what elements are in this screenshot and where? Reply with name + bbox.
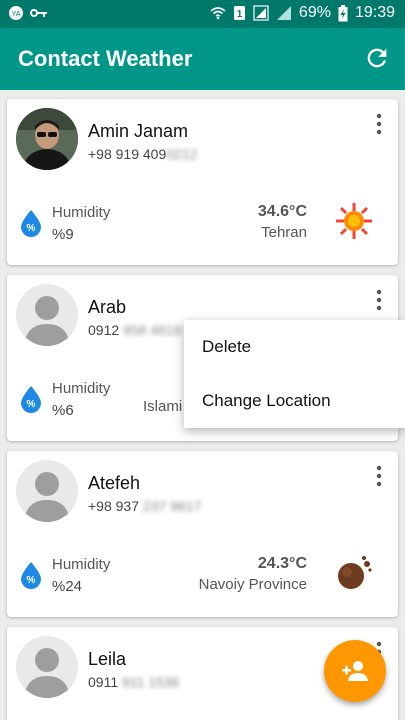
app-notification-icon: YA <box>9 6 23 20</box>
phone-visible: 0911 <box>88 674 119 690</box>
phone-blurred: 237 9617 <box>142 498 202 514</box>
battery-percent: 69% <box>298 4 331 21</box>
temperature: 34.6°C <box>257 203 307 220</box>
person-placeholder-icon <box>16 460 78 522</box>
contact-phone: 0911 911 1536 <box>88 674 179 690</box>
avatar <box>16 636 78 698</box>
humidity-icon: % <box>21 562 41 589</box>
person-placeholder-icon <box>16 636 78 698</box>
clock: 19:39 <box>354 4 395 21</box>
svg-text:1: 1 <box>237 9 243 20</box>
more-options-icon[interactable] <box>374 113 384 135</box>
dust-icon <box>338 556 372 589</box>
contact-phone: +98 937 237 9617 <box>88 498 201 514</box>
humidity-value: %24 <box>52 578 83 595</box>
humidity-value: %6 <box>52 402 74 419</box>
add-person-icon <box>342 661 368 681</box>
add-contact-button[interactable] <box>324 640 386 702</box>
city-name: Navoiy Province <box>198 576 307 593</box>
avatar <box>16 460 78 522</box>
more-options-icon[interactable] <box>374 465 384 487</box>
phone-blurred: 958 4618 <box>123 322 182 338</box>
contact-phone: +98 919 4090212 <box>88 146 197 162</box>
contact-photo <box>16 108 78 170</box>
context-menu: Delete Change Location <box>184 320 405 428</box>
person-placeholder-icon <box>16 284 78 346</box>
phone-blurred: 0212 <box>166 146 198 162</box>
app-bar: Contact Weather <box>0 28 405 90</box>
contact-card[interactable]: Amin Janam +98 919 4090212 % Humidity %9… <box>7 99 398 265</box>
avatar <box>16 108 78 170</box>
battery-charging-icon <box>338 4 348 21</box>
app-title: Contact Weather <box>18 46 193 71</box>
avatar <box>16 284 78 346</box>
wifi-icon <box>210 7 226 20</box>
contact-name: Amin Janam <box>88 121 189 141</box>
svg-text:YA: YA <box>12 11 21 18</box>
contact-phone: 0912 958 4618 <box>88 322 181 338</box>
signal-weak-icon <box>276 6 291 20</box>
contact-name: Arab <box>88 297 127 317</box>
humidity-icon: % <box>21 210 41 237</box>
phone-blurred: 911 1536 <box>122 674 180 690</box>
menu-item-delete[interactable]: Delete <box>184 320 405 374</box>
phone-visible: 0912 <box>88 322 120 338</box>
svg-text:%: % <box>27 399 36 410</box>
svg-text:%: % <box>27 223 36 234</box>
sim-1-icon: 1 <box>233 6 245 20</box>
more-options-icon[interactable] <box>374 289 384 311</box>
key-icon <box>30 9 47 17</box>
city-name: Tehran <box>261 224 307 241</box>
signal-icon <box>253 5 269 21</box>
phone-visible: +98 937 <box>88 498 139 514</box>
humidity-icon: % <box>21 386 41 413</box>
contact-card[interactable]: Atefeh +98 937 237 9617 % Humidity %24 2… <box>7 451 398 617</box>
status-bar: YA 1 69% 19:39 <box>0 0 405 28</box>
phone-visible: +98 919 409 <box>88 146 167 162</box>
humidity-label: Humidity <box>52 556 111 573</box>
temperature: 24.3°C <box>257 555 307 572</box>
svg-text:%: % <box>27 575 36 586</box>
humidity-label: Humidity <box>52 380 111 397</box>
contact-name: Leila <box>88 649 127 669</box>
contact-name: Atefeh <box>88 473 141 493</box>
menu-item-change-location[interactable]: Change Location <box>184 374 405 428</box>
city-name: Islami <box>143 398 183 415</box>
humidity-value: %9 <box>52 226 74 243</box>
refresh-icon[interactable] <box>363 44 391 72</box>
humidity-label: Humidity <box>52 204 111 221</box>
sun-icon <box>336 203 372 239</box>
